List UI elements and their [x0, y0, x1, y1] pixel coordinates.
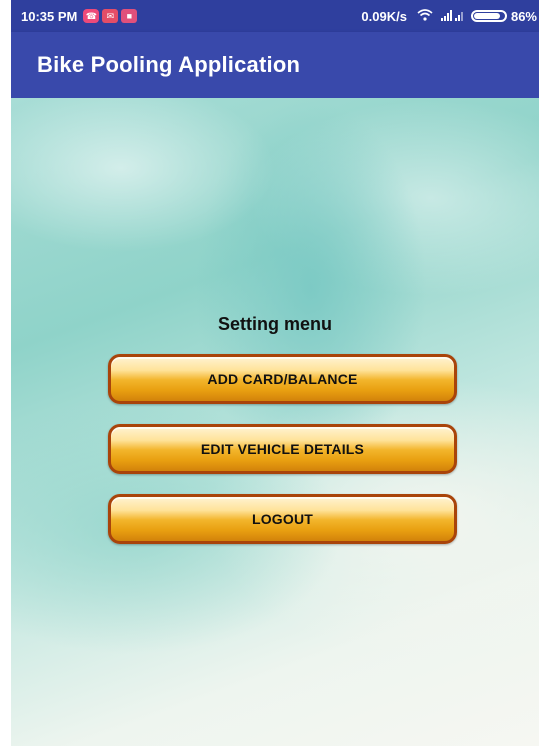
status-right: 0.09K/s 86%: [361, 9, 539, 24]
background-image: [11, 98, 539, 746]
network-speed: 0.09K/s: [361, 8, 407, 24]
action-bar: Bike Pooling Application: [11, 32, 539, 98]
edit-vehicle-details-button[interactable]: EDIT VEHICLE DETAILS: [108, 424, 457, 474]
status-bar: 10:35 PM ☎ ✉ ■ 0.09K/s 86%: [11, 0, 539, 32]
message-icon: ■: [121, 9, 138, 23]
battery-fill: [473, 13, 500, 19]
battery-percent: 86%: [510, 8, 537, 24]
signal-icon: [440, 9, 463, 24]
wifi-icon: [417, 8, 433, 24]
mail-icon: ✉: [102, 9, 119, 23]
battery-icon: [470, 10, 507, 22]
whatsapp-icon: ☎: [83, 9, 100, 23]
add-card-balance-button[interactable]: ADD CARD/BALANCE: [108, 354, 457, 404]
status-time: 10:35 PM: [21, 8, 78, 24]
app-title: Bike Pooling Application: [37, 52, 301, 77]
menu-title: Setting menu: [217, 314, 332, 334]
status-left: 10:35 PM ☎ ✉ ■: [11, 9, 140, 24]
logout-button[interactable]: LOGOUT: [108, 494, 457, 544]
app-screen: 10:35 PM ☎ ✉ ■ 0.09K/s 86% Bike Pooling …: [11, 0, 539, 746]
